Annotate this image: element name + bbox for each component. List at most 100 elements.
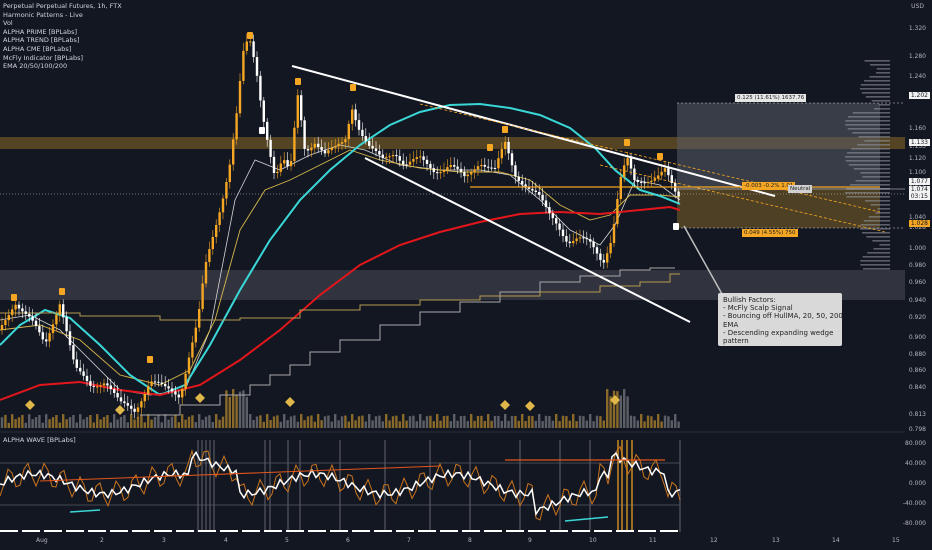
candle-body	[51, 324, 55, 334]
volume-bar	[507, 420, 510, 428]
volume-bar	[354, 420, 357, 428]
candle-body	[41, 332, 44, 340]
oscillator-legend[interactable]: ALPHA WAVE [BPLabs]	[3, 436, 76, 444]
profile-bar	[864, 200, 890, 202]
candle-body	[572, 241, 575, 244]
indicator-2[interactable]: Vol	[3, 19, 122, 28]
profile-bar	[876, 72, 890, 74]
profile-bar	[871, 100, 890, 102]
volume-bar	[140, 415, 143, 428]
volume-bar	[521, 414, 524, 428]
indicator-7[interactable]: EMA 20/50/100/200	[3, 62, 122, 71]
volume-bar	[238, 391, 242, 428]
volume-bar	[487, 414, 490, 428]
volume-bar	[228, 396, 231, 428]
candle-body	[211, 236, 214, 250]
volume-bar	[351, 414, 354, 428]
volume-bar	[623, 389, 626, 428]
candle-body	[612, 224, 616, 244]
volume-bar	[432, 421, 435, 428]
volume-bar	[653, 420, 656, 428]
volume-bar	[466, 421, 469, 428]
volume-bar	[640, 414, 643, 428]
volume-bar	[391, 416, 395, 428]
signal-flag-icon	[11, 294, 17, 301]
volume-bar	[663, 415, 667, 428]
candle-body	[235, 113, 238, 140]
candle-body	[323, 150, 327, 154]
volume-bar	[143, 422, 146, 428]
volume-bar	[470, 414, 473, 428]
candle-body	[4, 320, 7, 325]
bullish-factors-note[interactable]: Bullish Factors: - McFly Scalp Signal - …	[718, 293, 843, 346]
candle-body	[493, 167, 497, 169]
volume-bar	[249, 414, 252, 428]
volume-bar	[340, 416, 344, 428]
volume-bar	[75, 422, 78, 428]
profile-bar	[861, 92, 890, 94]
profile-bar	[860, 260, 890, 262]
note-line-6: pattern	[723, 337, 749, 346]
indicator-3[interactable]: ALPHA PRIME [BPLabs]	[3, 28, 122, 37]
chart-title: Perpetual Perpetual Futures, 1h, FTX	[3, 2, 122, 10]
volume-bar	[150, 419, 153, 428]
indicator-4[interactable]: ALPHA TREND [BPLabs]	[3, 36, 122, 45]
volume-bar	[599, 416, 602, 428]
candle-body	[337, 143, 340, 147]
volume-bar	[344, 415, 347, 428]
candle-body	[385, 156, 388, 158]
candle-body	[636, 179, 639, 183]
candle-body	[136, 407, 140, 412]
candle-body	[113, 389, 116, 393]
profile-bar	[845, 160, 890, 162]
candle-body	[646, 182, 650, 184]
osc-bar	[287, 440, 289, 532]
volume-bar	[378, 415, 381, 428]
profile-bar	[852, 132, 890, 134]
volume-bar	[555, 414, 558, 428]
volume-bar	[626, 396, 629, 428]
candle-body	[92, 385, 95, 387]
volume-bar	[7, 422, 10, 428]
candle-body	[300, 95, 303, 121]
candle-body	[72, 345, 75, 360]
oscillator-axis[interactable]: 80.000 40.000 0.000 -40.000 -80.000	[902, 0, 932, 550]
candle-body	[306, 148, 310, 151]
volume-bar	[385, 414, 388, 428]
volume-bar	[330, 421, 333, 428]
candle-body	[616, 199, 619, 225]
volume-bar	[116, 419, 119, 428]
candle-body	[55, 314, 58, 325]
volume-bar	[568, 420, 571, 428]
volume-bar	[48, 419, 51, 428]
candle-body	[204, 262, 208, 284]
candle-body	[490, 167, 493, 169]
indicator-6[interactable]: McFly Indicator [BPLabs]	[3, 54, 122, 63]
volume-bar	[51, 417, 55, 428]
indicator-1[interactable]: Harmonic Patterns - Live	[3, 11, 122, 20]
profile-bar	[875, 212, 890, 214]
volume-bar	[453, 414, 456, 428]
time-axis[interactable]: Aug 2 3 4 5 6 7 8 9 10 11 12 13 14 15	[0, 537, 905, 549]
candle-body	[252, 41, 255, 58]
volume-bar	[602, 420, 605, 428]
profile-bar	[847, 128, 890, 130]
candle-body	[374, 148, 378, 152]
candle-body	[215, 224, 218, 237]
osc-bar	[264, 440, 266, 532]
candle-body	[68, 331, 72, 346]
volume-bar	[147, 414, 150, 428]
candle-body	[11, 309, 14, 316]
volume-bar	[334, 414, 337, 428]
indicator-5[interactable]: ALPHA CME [BPLabs]	[3, 45, 122, 54]
candle-body	[133, 408, 136, 412]
signal-flag-icon	[247, 32, 253, 39]
candle-body	[245, 41, 248, 51]
profile-bar	[869, 76, 890, 78]
price-chart[interactable]	[0, 0, 932, 550]
profile-bar	[874, 108, 890, 110]
time-tick: 12	[710, 537, 718, 544]
volume-bar	[187, 416, 191, 428]
volume-bar	[24, 422, 27, 428]
volume-bar	[514, 415, 517, 428]
